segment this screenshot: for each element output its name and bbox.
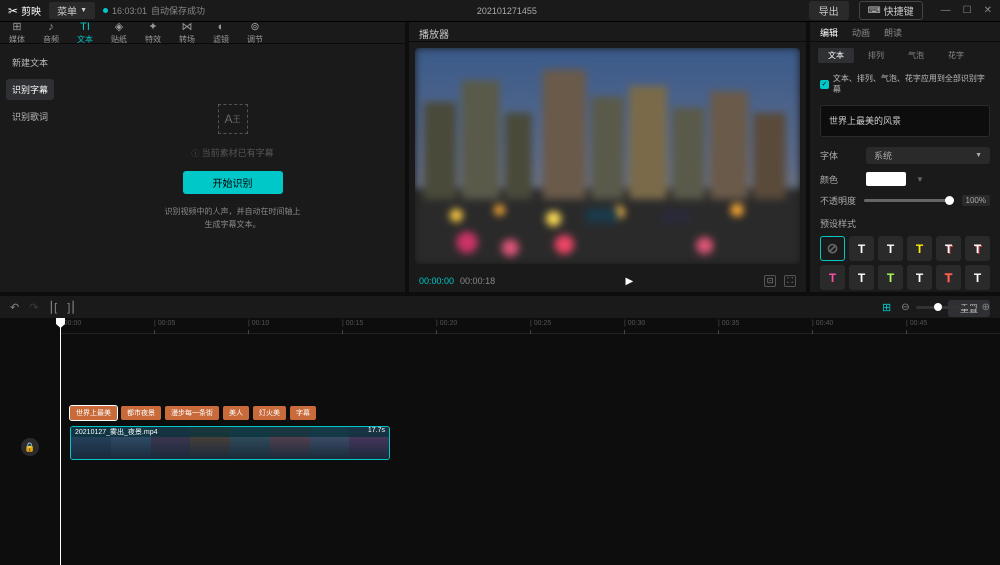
ruler-tick: | 00:10 — [248, 320, 269, 327]
playhead[interactable] — [60, 318, 61, 565]
menu-button[interactable]: 菜单▼ — [49, 2, 95, 19]
redo-icon[interactable]: ↷ — [29, 301, 38, 314]
zoom-in-icon[interactable]: ⊕ — [982, 302, 990, 313]
text-clip[interactable]: 都市夜景 — [121, 406, 161, 420]
media-tab-7[interactable]: ⊚调节 — [238, 22, 272, 43]
preset-4[interactable]: T — [965, 236, 990, 261]
media-tab-1[interactable]: ♪音频 — [34, 22, 68, 43]
media-tab-0[interactable]: ⊞媒体 — [0, 22, 34, 43]
sub-tab-3[interactable]: 花字 — [938, 48, 974, 63]
text-clip[interactable]: 字幕 — [290, 406, 316, 420]
right-tab-2[interactable]: 朗读 — [884, 26, 902, 37]
play-icon[interactable]: ▶ — [626, 276, 634, 287]
placeholder-icon: A王 — [218, 104, 248, 134]
preset-1[interactable]: T — [878, 236, 903, 261]
preset-0[interactable]: T — [849, 236, 874, 261]
preset-label: 预设样式 — [810, 211, 1000, 232]
shortcut-button[interactable]: ⌨快捷键 — [859, 1, 923, 20]
preset-none[interactable]: ⊘ — [820, 236, 845, 261]
close-icon[interactable]: ✕ — [984, 5, 992, 16]
text-clip[interactable]: 灯火美 — [253, 406, 286, 420]
right-tab-1[interactable]: 动画 — [852, 26, 870, 37]
text-content-input[interactable]: 世界上最美的风景 — [820, 105, 990, 137]
hint-text: 识别视频中的人声，并自动在时间轴上 生成字幕文本。 — [165, 206, 301, 232]
preset-3[interactable]: T — [936, 236, 961, 261]
video-clip[interactable]: 20210127_雾出_夜景.mp417.7s — [70, 426, 390, 460]
media-tab-6[interactable]: ◐滤镜 — [204, 22, 238, 43]
placeholder-text: ⓘ 当前素材已有字幕 — [191, 146, 273, 159]
sub-tab-2[interactable]: 气泡 — [898, 48, 934, 63]
sub-tab-0[interactable]: 文本 — [818, 48, 854, 63]
side-item-1[interactable]: 识别字幕 — [6, 79, 54, 100]
ruler-tick: | 00:25 — [530, 320, 551, 327]
ruler-tick: | 00:40 — [812, 320, 833, 327]
text-clip[interactable]: 美人 — [223, 406, 249, 420]
sub-tab-1[interactable]: 排列 — [858, 48, 894, 63]
zoom-slider[interactable] — [916, 306, 976, 309]
media-tab-3[interactable]: ◈贴纸 — [102, 22, 136, 43]
export-button[interactable]: 导出 — [809, 1, 849, 20]
preset-8[interactable]: T — [907, 265, 932, 290]
track-lock-icon[interactable]: 🔒 — [21, 438, 39, 456]
opacity-label: 不透明度 — [820, 194, 856, 207]
text-clip[interactable]: 漫步每一条街 — [165, 406, 219, 420]
apply-all-checkbox[interactable]: ✓文本、排列、气泡、花字应用到全部识别字幕 — [810, 69, 1000, 99]
maximize-icon[interactable]: ☐ — [963, 5, 972, 16]
preset-6[interactable]: T — [849, 265, 874, 290]
preset-10[interactable]: T — [965, 265, 990, 290]
ruler-tick: | 00:45 — [906, 320, 927, 327]
side-item-2[interactable]: 识别歌词 — [6, 106, 54, 127]
media-tab-4[interactable]: ✦特效 — [136, 22, 170, 43]
player-viewport[interactable] — [415, 48, 800, 264]
zoom-out-icon[interactable]: ⊖ — [901, 302, 909, 313]
split-icon[interactable]: ⎮[ — [48, 301, 57, 314]
right-tab-0[interactable]: 编辑 — [820, 26, 838, 37]
text-clip[interactable]: 世界上最美 — [70, 406, 117, 420]
preset-5[interactable]: T — [820, 265, 845, 290]
ruler-tick: | 00:20 — [436, 320, 457, 327]
fullscreen-icon[interactable]: ⛶ — [784, 275, 796, 287]
preset-2[interactable]: T — [907, 236, 932, 261]
opacity-value: 100% — [962, 195, 990, 206]
ratio-icon[interactable]: ⊡ — [764, 275, 777, 287]
player-title: 播放器 — [409, 22, 806, 42]
cut-icon[interactable]: ]⎮ — [67, 301, 76, 314]
minimize-icon[interactable]: — — [941, 5, 951, 16]
undo-icon[interactable]: ↶ — [10, 301, 19, 314]
ruler-tick: | 00:05 — [154, 320, 175, 327]
media-tab-2[interactable]: TI文本 — [68, 22, 102, 43]
font-label: 字体 — [820, 149, 856, 162]
color-swatch[interactable] — [866, 172, 906, 186]
autosave-status: 16:03:01 自动保存成功 — [103, 4, 205, 17]
ruler-tick: | 00:30 — [624, 320, 645, 327]
ruler-tick: | 00:15 — [342, 320, 363, 327]
font-select[interactable]: 系统▼ — [866, 147, 990, 164]
duration-time: 00:00:18 — [460, 276, 495, 286]
start-recognize-button[interactable]: 开始识别 — [183, 171, 283, 194]
project-title: 202101271455 — [213, 6, 801, 16]
preset-7[interactable]: T — [878, 265, 903, 290]
current-time: 00:00:00 — [419, 276, 454, 286]
color-label: 颜色 — [820, 173, 856, 186]
chevron-down-icon[interactable]: ▼ — [916, 175, 924, 184]
app-logo: ✂剪映 — [8, 3, 41, 18]
opacity-slider[interactable] — [864, 199, 954, 202]
ruler-tick: | 00:35 — [718, 320, 739, 327]
side-item-0[interactable]: 新建文本 — [6, 52, 54, 73]
snap-icon[interactable]: ⊞ — [882, 301, 891, 314]
preset-9[interactable]: T — [936, 265, 961, 290]
media-tab-5[interactable]: ⋈转场 — [170, 22, 204, 43]
